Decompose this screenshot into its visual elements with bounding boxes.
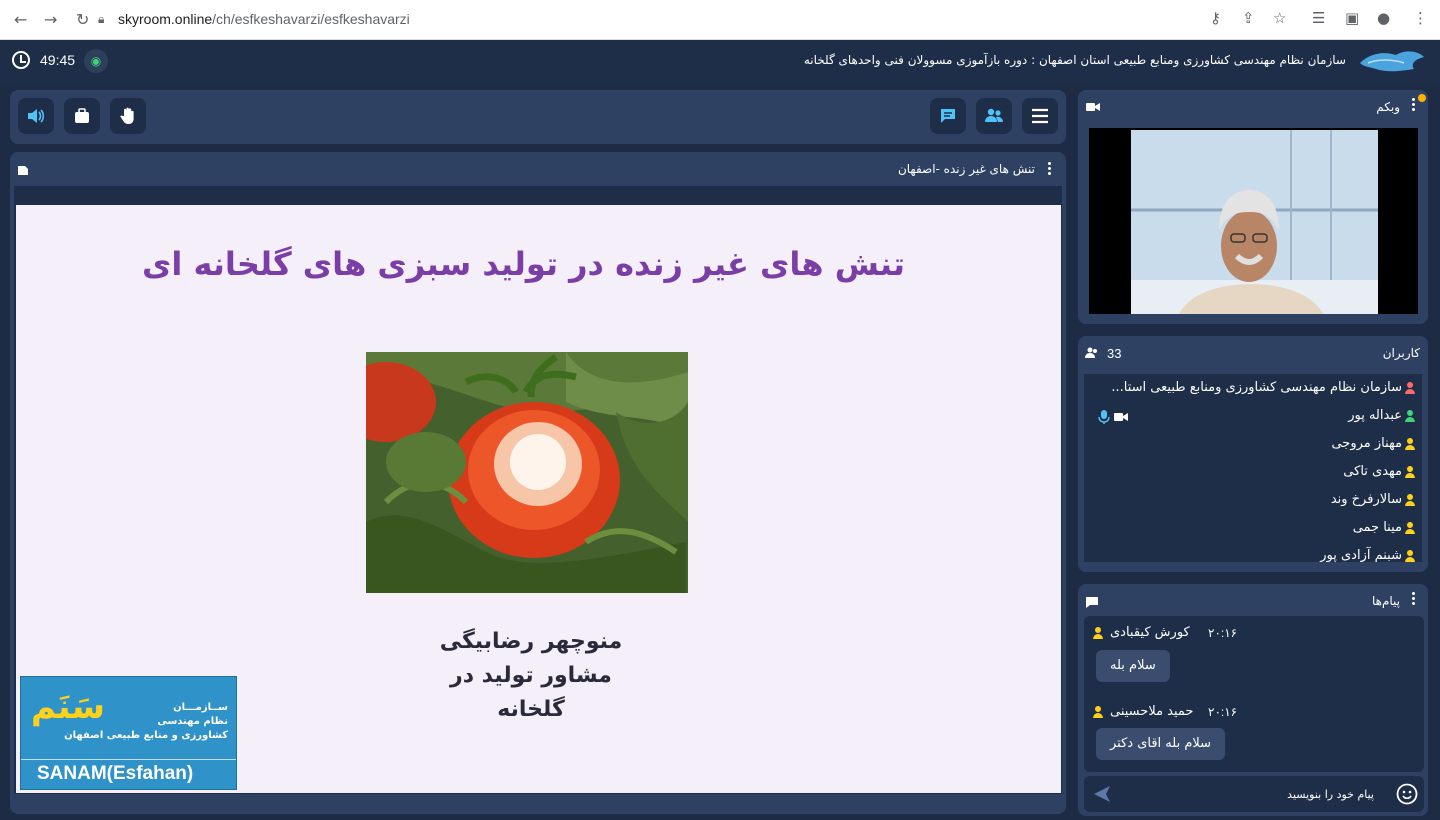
user-item[interactable]: عبداله پور <box>1348 408 1416 430</box>
user-item[interactable]: مهدی تاکی <box>1343 464 1416 486</box>
app-header: 49:45 ◉ سازمان نظام مهندسی کشاورزی ومناب… <box>0 40 1440 82</box>
send-icon[interactable] <box>1092 784 1112 804</box>
users-list: سازمان نظام مهندسی کشاورزی ومنابع طبیعی … <box>1084 374 1422 562</box>
forward-icon[interactable]: → <box>44 10 57 29</box>
user-icon <box>1404 521 1416 534</box>
message-sender: حمید ملاحسینی <box>1110 704 1194 719</box>
hand-icon <box>120 107 134 124</box>
room-title: سازمان نظام مهندسی کشاورزی ومنابع طبیعی … <box>803 53 1346 67</box>
chat-icon <box>941 109 955 123</box>
sanam-line-3: کشاورزی و منابع طبیعی اصفهان <box>64 730 228 741</box>
sidepanel-icon[interactable]: ▣ <box>1345 9 1359 27</box>
microphone-icon[interactable] <box>1098 410 1110 424</box>
hamburger-icon <box>1032 108 1048 124</box>
user-icon <box>1404 465 1416 478</box>
user-icon <box>1404 381 1416 394</box>
organization-logo <box>1360 51 1424 72</box>
clock-icon <box>12 51 30 69</box>
signal-icon[interactable]: ◉ <box>84 49 108 73</box>
sanam-logo-banner: سَنَم ســازمـــان نظام مهندسی کشاورزی و … <box>20 676 237 790</box>
user-item[interactable]: سازمان نظام مهندسی کشاورزی ومنابع طبیعی … <box>1111 380 1416 402</box>
user-icon <box>1404 437 1416 450</box>
menu-button[interactable] <box>1022 98 1058 134</box>
messages-list: کورش کیقبادی ۲۰:۱۶ سلام بله حمید ملاحسین… <box>1084 616 1424 772</box>
document-icon[interactable] <box>17 164 29 176</box>
sanam-org-text: ســازمـــان نظام مهندسی کشاورزی و منابع … <box>64 701 228 743</box>
presenter-info: منوچهر رضابیگی مشاور تولید در گلخانه <box>416 625 646 727</box>
user-name: مهدی تاکی <box>1343 464 1402 479</box>
user-icon <box>1404 549 1416 562</box>
browser-toolbar: ← → ↻ 🔒︎ skyroom.online/ch/esfkeshavarzi… <box>0 0 1440 40</box>
users-toggle-button[interactable] <box>976 98 1012 134</box>
url-host: skyroom.online <box>118 11 213 27</box>
back-icon[interactable]: ← <box>14 10 27 29</box>
reading-list-icon[interactable]: ☰ <box>1312 9 1325 27</box>
message-icon <box>1086 597 1098 608</box>
user-name: مهناز مروجی <box>1331 436 1402 451</box>
user-name: سالارفرخ وند <box>1330 492 1402 507</box>
presenter-name: منوچهر رضابیگی <box>439 629 623 654</box>
users-title: کاربران <box>1382 346 1420 360</box>
url-path: /ch/esfkeshavarzi/esfkeshavarzi <box>212 11 410 27</box>
user-name: سازمان نظام مهندسی کشاورزی ومنابع طبیعی … <box>1111 380 1402 395</box>
message-bubble: سلام بله اقای دکتر <box>1096 728 1226 760</box>
message-composer <box>1084 776 1424 812</box>
speaker-button[interactable] <box>18 98 54 134</box>
message-time: ۲۰:۱۶ <box>1208 705 1238 719</box>
slide-panel-menu-icon[interactable] <box>1048 162 1052 176</box>
sender-icon <box>1092 706 1104 718</box>
speaker-icon <box>28 109 45 123</box>
sanam-line-2: نظام مهندسی <box>157 716 228 727</box>
user-icon <box>1404 409 1416 422</box>
user-item[interactable]: مینا جمی <box>1353 520 1416 542</box>
user-name: شبنم آزادی پور <box>1320 548 1402 562</box>
key-icon[interactable]: ⚷ <box>1210 9 1221 27</box>
presenter-role: مشاور تولید در گلخانه <box>450 663 612 722</box>
messages-menu-icon[interactable] <box>1412 592 1416 606</box>
briefcase-icon <box>75 108 89 123</box>
message-sender: کورش کیقبادی <box>1110 625 1190 640</box>
camera-icon[interactable] <box>1086 102 1100 112</box>
raise-hand-button[interactable] <box>110 98 146 134</box>
users-count: 33 <box>1107 346 1122 361</box>
address-bar[interactable]: skyroom.online/ch/esfkeshavarzi/esfkesha… <box>118 11 410 27</box>
webcam-title: وبکم <box>1376 100 1400 114</box>
webcam-menu-icon[interactable] <box>1412 98 1416 112</box>
session-timer: 49:45 <box>40 52 76 68</box>
user-name: عبداله پور <box>1348 408 1402 423</box>
users-icon <box>985 108 1003 122</box>
slide-title: تنش های غیر زنده در تولید سبزی های گلخان… <box>142 245 905 283</box>
lock-icon[interactable]: 🔒︎ <box>98 12 104 27</box>
slide-panel-title: تنش های غیر زنده -اصفهان <box>897 162 1035 176</box>
message-time: ۲۰:۱۶ <box>1208 626 1238 640</box>
emoji-icon[interactable] <box>1396 783 1418 805</box>
user-name: مینا جمی <box>1352 520 1402 535</box>
webcam-image <box>1131 130 1378 314</box>
user-camera-icon[interactable] <box>1114 412 1128 422</box>
file-button[interactable] <box>64 98 100 134</box>
user-item[interactable]: سالارفرخ وند <box>1331 492 1416 514</box>
message-input[interactable] <box>1124 782 1374 806</box>
chat-toggle-button[interactable] <box>930 98 966 134</box>
share-icon[interactable]: ⇪ <box>1242 9 1255 27</box>
user-item[interactable]: مهناز مروجی <box>1331 436 1416 458</box>
control-toolbar <box>10 90 1066 144</box>
sanam-divider <box>21 759 236 760</box>
tomato-image <box>366 352 688 593</box>
notification-dot <box>1418 94 1426 102</box>
sanam-line-1: ســازمـــان <box>173 702 228 713</box>
profile-icon[interactable]: ● <box>1377 9 1390 27</box>
user-icon <box>1404 493 1416 506</box>
user-item[interactable]: شبنم آزادی پور <box>1320 548 1416 562</box>
users-count-icon <box>1085 347 1097 358</box>
reload-icon[interactable]: ↻ <box>76 10 89 29</box>
message-bubble: سلام بله <box>1096 650 1170 682</box>
star-icon[interactable]: ☆ <box>1273 9 1286 27</box>
messages-title: پیام‌ها <box>1371 594 1400 608</box>
menu-icon[interactable]: ⋮ <box>1413 9 1428 27</box>
sender-icon <box>1092 627 1104 639</box>
sanam-english-name: SANAM(Esfahan) <box>37 763 194 784</box>
